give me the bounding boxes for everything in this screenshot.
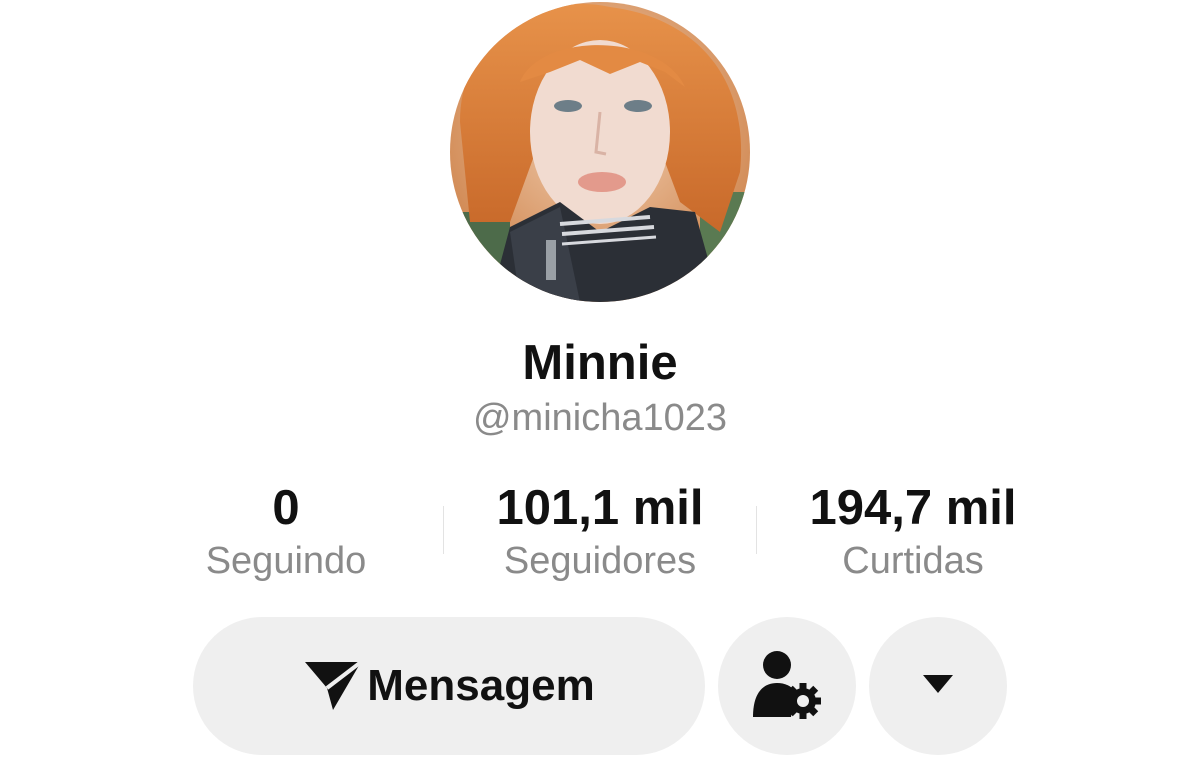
- caret-down-icon: [921, 673, 955, 700]
- display-name: Minnie: [522, 336, 678, 390]
- stat-followers[interactable]: 101,1 mil Seguidores: [470, 478, 730, 584]
- user-gear-icon: [751, 649, 823, 724]
- message-button[interactable]: Mensagem: [193, 617, 705, 755]
- avatar-image: [450, 2, 750, 302]
- profile-page: Minnie @minicha1023 0 Seguindo 101,1 mil…: [0, 0, 1200, 774]
- stat-likes[interactable]: 194,7 mil Curtidas: [780, 478, 1046, 584]
- stat-label: Seguindo: [205, 540, 367, 582]
- stat-following[interactable]: 0 Seguindo: [186, 478, 386, 584]
- stat-value: 101,1 mil: [496, 481, 704, 535]
- message-button-label: Mensagem: [367, 661, 595, 710]
- stat-divider: [443, 506, 444, 554]
- stat-value: 194,7 mil: [809, 481, 1017, 535]
- more-options-dropdown[interactable]: [869, 617, 1007, 755]
- user-settings-button[interactable]: [718, 617, 856, 755]
- stat-label: Curtidas: [842, 540, 984, 582]
- send-icon: [303, 658, 363, 714]
- stat-divider: [756, 506, 757, 554]
- avatar[interactable]: [450, 2, 750, 302]
- stat-value: 0: [272, 481, 300, 535]
- stat-label: Seguidores: [503, 540, 697, 582]
- username-handle: @minicha1023: [472, 397, 728, 439]
